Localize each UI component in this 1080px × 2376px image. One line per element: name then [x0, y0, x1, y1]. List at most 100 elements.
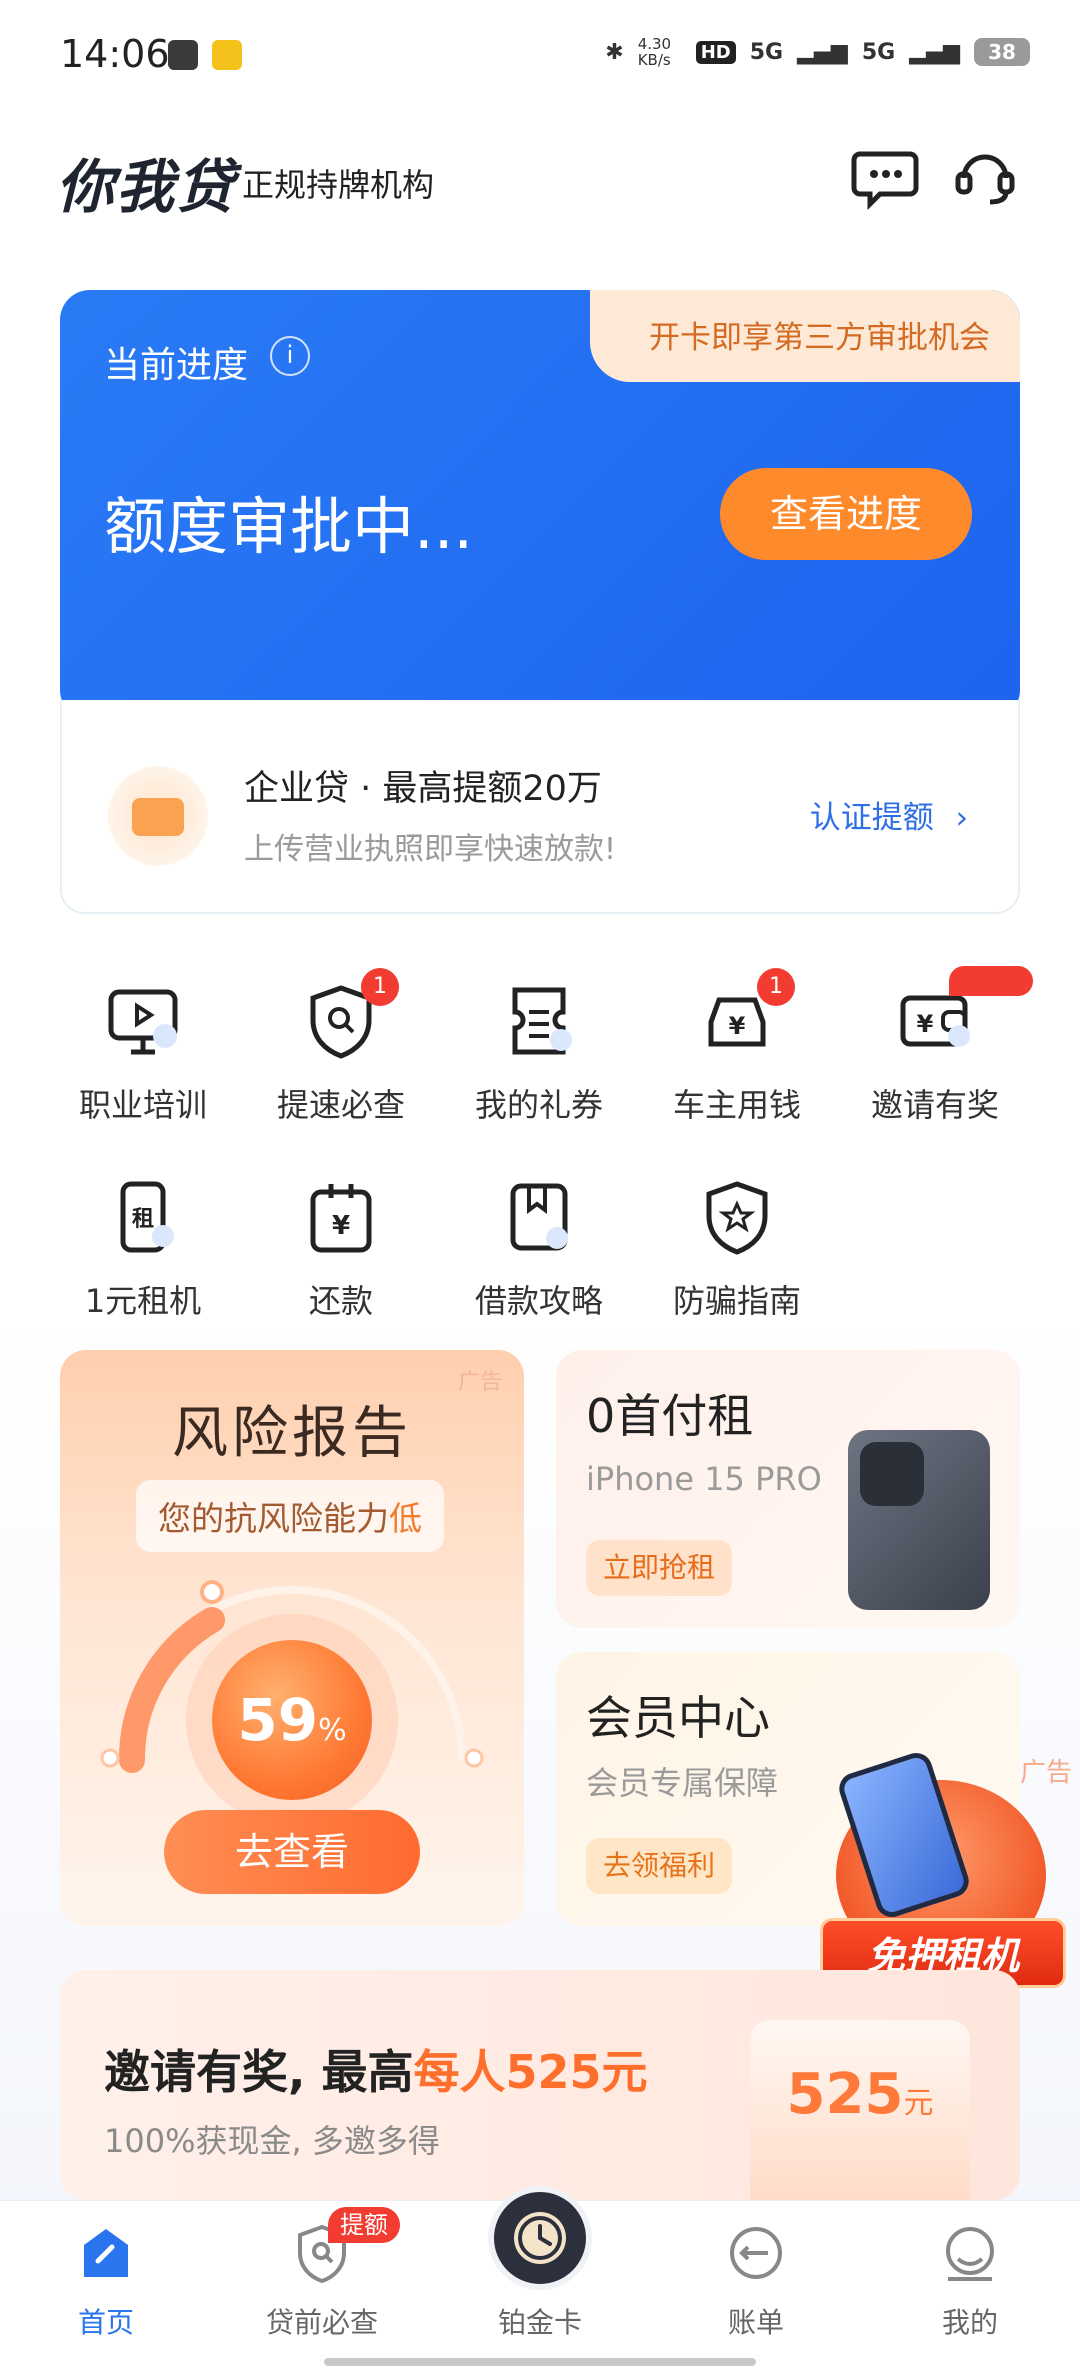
invite-title: 邀请有奖, 最高每人525元: [104, 2036, 648, 2102]
enterprise-loan-card[interactable]: 企业贷 · 最高提额20万 上传营业执照即享快速放款! 认证提额 ›: [60, 700, 1020, 914]
customer-service-button[interactable]: [950, 140, 1020, 210]
enterprise-loan-icon: [108, 766, 208, 866]
signal-5g-1: 5G: [749, 39, 784, 65]
shield-search-nav-icon: 提额: [290, 2207, 400, 2285]
risk-report-card[interactable]: 广告 风险报告 您的抗风险能力低 59% 去查看: [60, 1350, 524, 1926]
clock-icon: [514, 2212, 566, 2264]
view-risk-button[interactable]: 去查看: [164, 1810, 420, 1894]
grid-item-speed-check[interactable]: 1 提速必查: [242, 968, 440, 1126]
car-yuan-icon: ¥ 1: [697, 968, 795, 1062]
grid-item-career-training[interactable]: 职业培训: [44, 982, 242, 1126]
grid-label: 邀请有奖: [870, 1086, 999, 1124]
rent-phone-card[interactable]: 0首付租 iPhone 15 PRO 立即抢租: [556, 1350, 1020, 1628]
invite-amount-unit: 元: [903, 2086, 934, 2121]
grid-item-my-coupons[interactable]: 我的礼券: [440, 982, 638, 1126]
mail-app-icon: [212, 40, 242, 70]
bookmark-book-icon: [499, 1178, 579, 1258]
invite-title-prefix: 邀请有奖, 最高: [104, 2045, 414, 2099]
grid-item-repayment[interactable]: ¥ 还款: [242, 1178, 440, 1322]
hd-badge: HD: [695, 40, 736, 64]
member-center-subtitle: 会员专属保障: [586, 1764, 779, 1802]
svg-text:租: 租: [132, 1207, 154, 1232]
progress-label: 当前进度: [104, 345, 249, 386]
get-benefits-button[interactable]: 去领福利: [586, 1838, 732, 1894]
risk-score-unit: %: [318, 1713, 347, 1748]
nav-label: 首页: [77, 2306, 134, 2339]
briefcase-icon: [132, 798, 184, 836]
invite-subtitle: 100%获现金, 多邀多得: [104, 2122, 440, 2160]
bill-icon: [724, 2221, 788, 2285]
repayment-icon: ¥: [301, 1178, 381, 1258]
progress-card: 开卡即享第三方审批机会 当前进度 i 额度审批中... 查看进度: [60, 290, 1020, 720]
signal-bars-icon: ▂▄▆: [797, 39, 848, 65]
verify-raise-link[interactable]: 认证提额 ›: [810, 792, 968, 837]
risk-score-value: 59: [237, 1686, 319, 1754]
risk-score: 59%: [212, 1686, 372, 1754]
grid-label: 防骗指南: [672, 1282, 801, 1320]
wallet-yuan-icon: ¥: [895, 966, 1033, 1062]
svg-text:¥: ¥: [729, 1012, 746, 1040]
nav-label: 我的: [941, 2306, 998, 2339]
grid-label: 提速必查: [276, 1086, 405, 1124]
grid-item-invite-rewards[interactable]: ¥ 邀请有奖: [836, 966, 1034, 1126]
promo-badge: [949, 966, 1033, 996]
nav-label: 贷前必查: [265, 2306, 378, 2339]
message-icon: [851, 151, 919, 211]
shield-star-icon: [697, 1178, 777, 1258]
grid-label: 车主用钱: [672, 1086, 801, 1124]
grid-item-rent-phone[interactable]: 租 1元租机: [44, 1178, 242, 1322]
presentation-icon: [103, 982, 183, 1062]
iphone-image: [848, 1430, 990, 1610]
chevron-right-icon: ›: [955, 800, 968, 836]
shield-search-icon: 1: [301, 968, 399, 1062]
home-icon: [74, 2221, 138, 2285]
view-progress-button[interactable]: 查看进度: [720, 468, 972, 560]
grid-item-anti-fraud[interactable]: 防骗指南: [638, 1178, 836, 1322]
nav-bills[interactable]: 账单: [656, 2221, 856, 2341]
grid-label: 还款: [308, 1282, 373, 1320]
rent-subtitle: iPhone 15 PRO: [586, 1460, 822, 1498]
signal-5g-2: 5G: [861, 39, 896, 65]
nav-mine[interactable]: 我的: [870, 2221, 1070, 2341]
invite-amount: 525元: [750, 2062, 970, 2127]
rent-now-button[interactable]: 立即抢租: [586, 1540, 732, 1596]
nav-pre-loan-check[interactable]: 提额 贷前必查: [222, 2207, 422, 2341]
message-button[interactable]: [850, 140, 920, 211]
status-indicators: ✱ 4.30 KB/s HD 5G ▂▄▆ 5G ▂▄▆ 38: [605, 36, 1030, 68]
risk-level: 低: [389, 1499, 422, 1538]
nav-home[interactable]: 首页: [6, 2221, 206, 2341]
grid-item-loan-guide[interactable]: 借款攻略: [440, 1178, 638, 1322]
grid-label: 借款攻略: [474, 1282, 603, 1320]
nav-platinum-card[interactable]: 铂金卡: [440, 2301, 640, 2341]
platinum-card-button[interactable]: [488, 2186, 592, 2290]
invite-reward-card[interactable]: 邀请有奖, 最高每人525元 100%获现金, 多邀多得 525元: [60, 1970, 1020, 2200]
grid-label: 职业培训: [78, 1086, 207, 1124]
svg-text:¥: ¥: [332, 1211, 350, 1241]
risk-subtitle-prefix: 您的抗风险能力: [158, 1499, 389, 1538]
rent-title: 0首付租: [586, 1389, 754, 1443]
profile-icon: [938, 2221, 1002, 2285]
verify-raise-label: 认证提额: [809, 800, 934, 836]
phone-rent-icon: 租: [103, 1178, 183, 1258]
notification-app-icon: [168, 40, 198, 70]
bluetooth-icon: ✱: [605, 39, 624, 65]
invite-title-highlight: 每人525元: [413, 2045, 648, 2099]
info-icon[interactable]: i: [270, 336, 310, 376]
progress-status: 额度审批中...: [104, 490, 474, 563]
status-time: 14:06: [60, 32, 170, 76]
risk-report-title: 风险报告: [172, 1401, 412, 1466]
invite-amount-value: 525: [786, 2062, 904, 2127]
grid-label: 1元租机: [84, 1282, 202, 1320]
coupon-icon: [499, 982, 579, 1062]
status-bar: 14:06 ✱ 4.30 KB/s HD 5G ▂▄▆ 5G ▂▄▆ 38: [0, 0, 1080, 110]
headset-icon: [955, 154, 1015, 205]
home-indicator[interactable]: [324, 2358, 756, 2366]
svg-text:¥: ¥: [917, 1010, 934, 1038]
member-center-title: 会员中心: [586, 1691, 770, 1745]
battery-icon: 38: [974, 38, 1030, 66]
camera-module: [860, 1442, 924, 1506]
promo-tab-text: 开卡即享第三方审批机会: [649, 320, 990, 356]
grid-item-car-owner-loan[interactable]: ¥ 1 车主用钱: [638, 968, 836, 1126]
enterprise-loan-title: 企业贷 · 最高提额20万: [244, 769, 602, 809]
net-speed: 4.30 KB/s: [637, 35, 672, 69]
